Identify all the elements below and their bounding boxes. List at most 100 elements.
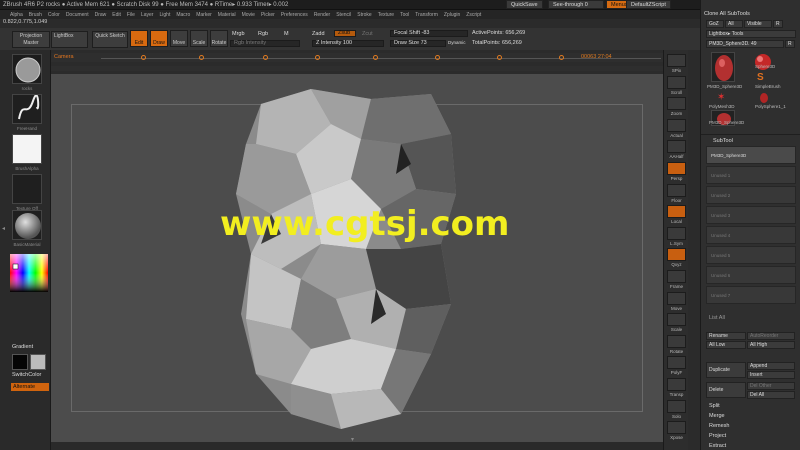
menu-item-material[interactable]: Material — [218, 12, 236, 18]
menu-item-stencil[interactable]: Stencil — [336, 12, 351, 18]
keyframe-dot[interactable] — [435, 55, 440, 60]
dynamic-toggle[interactable]: Dynamic — [448, 40, 466, 45]
keyframe-dot[interactable] — [559, 55, 564, 60]
tool-persp-button[interactable] — [667, 162, 686, 175]
projection-master-button[interactable]: Projection Master — [12, 31, 50, 48]
alternate-button[interactable]: Alternate — [11, 383, 49, 391]
project-menu[interactable]: Project — [709, 432, 726, 440]
append-button[interactable]: Append — [747, 362, 795, 370]
menu-item-zscript[interactable]: Zscript — [466, 12, 481, 18]
lightbox-button[interactable]: LightBox — [51, 31, 88, 48]
polymesh-thumb-icon[interactable]: ✶ — [717, 92, 731, 104]
auto-reorder-button[interactable]: AutoReorder — [747, 332, 795, 340]
menu-item-light[interactable]: Light — [159, 12, 170, 18]
menu-item-marker[interactable]: Marker — [196, 12, 212, 18]
color-picker[interactable] — [10, 254, 48, 292]
timeline-track[interactable] — [101, 58, 661, 59]
tool-xpose-button[interactable] — [667, 421, 686, 435]
zsub-toggle[interactable]: Zsub — [334, 30, 356, 37]
menu-item-layer[interactable]: Layer — [141, 12, 154, 18]
all-high-button[interactable]: All High — [747, 341, 795, 349]
quicksave-button[interactable]: QuickSave — [506, 0, 543, 9]
current-tool-slider[interactable]: PM3D_Sphere3D. 49 — [706, 40, 784, 48]
menu-item-movie[interactable]: Movie — [242, 12, 255, 18]
del-other-button[interactable]: Del Other — [747, 382, 795, 390]
texture-selector[interactable] — [12, 174, 42, 204]
tool-local-button[interactable] — [667, 205, 686, 219]
tool-transp-button[interactable] — [667, 378, 686, 391]
tool-aahalf-button[interactable] — [667, 140, 686, 154]
subtool-slot[interactable]: Unused 2 — [706, 186, 796, 204]
menu-item-texture[interactable]: Texture — [378, 12, 394, 18]
all-low-button[interactable]: All Low — [706, 341, 746, 349]
menu-item-edit[interactable]: Edit — [112, 12, 121, 18]
edit-button[interactable]: Edit — [130, 30, 148, 47]
tool-frame-button[interactable] — [667, 270, 686, 283]
move-button[interactable]: Move — [170, 30, 188, 47]
chevron-left-icon[interactable]: ◂ — [2, 225, 7, 232]
tool-spix-button[interactable] — [667, 54, 686, 67]
scale-button[interactable]: Scale — [190, 30, 208, 47]
menu-item-macro[interactable]: Macro — [176, 12, 190, 18]
subtool-slot[interactable]: Unused 6 — [706, 266, 796, 284]
delete-button[interactable]: Delete — [706, 382, 746, 398]
tool-thumb[interactable] — [757, 92, 771, 104]
tool-actual-button[interactable] — [667, 118, 686, 132]
keyframe-dot[interactable] — [263, 55, 268, 60]
remesh-menu[interactable]: Remesh — [709, 422, 729, 430]
rgb-intensity-slider[interactable]: Rgb Intensity — [230, 40, 300, 47]
tool-zoom-button[interactable] — [667, 97, 686, 111]
mrgb-toggle[interactable]: Mrgb — [232, 31, 245, 37]
z-intensity-slider[interactable]: Z Intensity 100 — [312, 40, 384, 47]
insert-button[interactable]: Insert — [747, 371, 795, 379]
tool-polyf-button[interactable] — [667, 356, 686, 370]
tool-floor-button[interactable] — [667, 183, 686, 197]
chevron-down-icon[interactable]: ▾ — [351, 436, 365, 443]
duplicate-button[interactable]: Duplicate — [706, 362, 746, 378]
menu-item-transform[interactable]: Transform — [415, 12, 438, 18]
tool-thumb[interactable] — [711, 52, 735, 82]
rotate-button[interactable]: Rotate — [210, 30, 228, 47]
menu-item-color[interactable]: Color — [48, 12, 60, 18]
visible-button[interactable]: Visible — [744, 20, 772, 28]
subtool-slot[interactable]: Unused 4 — [706, 226, 796, 244]
draw-size-slider[interactable]: Draw Size 73 — [390, 40, 446, 47]
menu-item-alpha[interactable]: Alpha — [10, 12, 23, 18]
r2-button[interactable]: R — [785, 40, 795, 48]
r-button[interactable]: R — [773, 20, 783, 28]
tool-rotate-button[interactable] — [667, 334, 686, 348]
see-through-slider[interactable]: See-through 0 — [548, 0, 604, 9]
tool-thumb[interactable] — [753, 52, 773, 72]
menu-item-stroke[interactable]: Stroke — [357, 12, 371, 18]
menu-item-render[interactable]: Render — [314, 12, 330, 18]
menu-item-picker[interactable]: Picker — [261, 12, 275, 18]
tool-scroll-button[interactable] — [667, 75, 686, 89]
rock-sculpt-mesh[interactable] — [201, 84, 511, 434]
menu-item-tool[interactable]: Tool — [400, 12, 409, 18]
menu-item-zplugin[interactable]: Zplugin — [444, 12, 460, 18]
list-all-button[interactable]: List All — [709, 314, 725, 322]
all-button[interactable]: All — [725, 20, 743, 28]
menu-item-file[interactable]: File — [127, 12, 135, 18]
switch-color-button[interactable]: SwitchColor — [12, 372, 41, 378]
zadd-toggle[interactable]: Zadd — [312, 31, 325, 37]
subtool-slot-active[interactable]: PM3D_Sphere3D — [706, 146, 796, 164]
default-zscript-button[interactable]: DefaultZScript — [626, 0, 671, 9]
material-selector[interactable] — [12, 210, 42, 240]
rename-button[interactable]: Rename — [706, 332, 746, 340]
tool-qxyz-button[interactable] — [667, 248, 686, 262]
stroke-selector[interactable] — [12, 94, 42, 124]
merge-menu[interactable]: Merge — [709, 412, 725, 420]
lightbox-tools-button[interactable]: Lightbox▸ Tools — [706, 30, 796, 38]
simplebrush-thumb-icon[interactable]: S — [757, 72, 771, 84]
keyframe-dot[interactable] — [315, 55, 320, 60]
menu-item-document[interactable]: Document — [66, 12, 89, 18]
focal-shift-slider[interactable]: Focal Shift -83 — [390, 30, 468, 37]
del-all-button[interactable]: Del All — [747, 391, 795, 399]
tool-move-button[interactable] — [667, 291, 686, 305]
subtool-slot[interactable]: Unused 7 — [706, 286, 796, 304]
subtool-slot[interactable]: Unused 1 — [706, 166, 796, 184]
subtool-slot[interactable]: Unused 3 — [706, 206, 796, 224]
secondary-color-swatch[interactable] — [30, 354, 46, 370]
goz-button[interactable]: GoZ — [706, 20, 724, 28]
